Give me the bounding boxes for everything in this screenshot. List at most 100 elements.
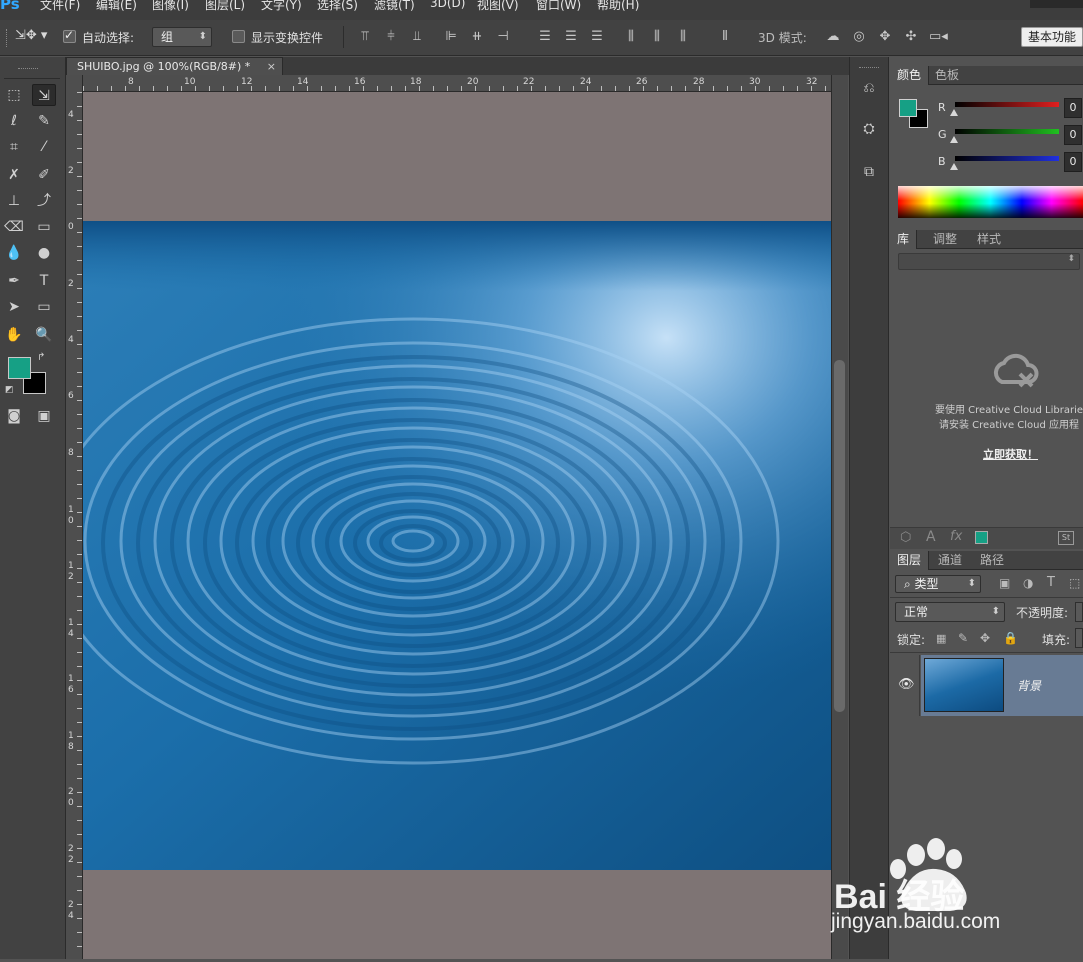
channel-b-value[interactable]: 0 <box>1064 152 1082 172</box>
marquee-tool-icon[interactable]: ⬚ <box>2 84 26 106</box>
eye-icon[interactable]: 👁 <box>898 677 915 692</box>
channel-b-slider[interactable] <box>955 156 1059 161</box>
3d-slide-icon[interactable]: ✣ <box>903 29 919 45</box>
path-select-tool-icon[interactable]: ➤ <box>2 296 26 318</box>
menu-select[interactable]: 选择(S) <box>317 0 358 13</box>
window-controls[interactable] <box>1030 0 1083 8</box>
tab-adjustments[interactable]: 调整 <box>926 230 964 249</box>
layer-row[interactable]: 背景 <box>921 655 1083 716</box>
tab-swatches[interactable]: 色板 <box>928 66 966 85</box>
lasso-tool-icon[interactable]: ℓ <box>2 110 26 132</box>
distribute-left-icon[interactable]: ⫼ <box>623 29 639 45</box>
auto-select-checkbox[interactable] <box>63 28 76 43</box>
layer-name[interactable]: 背景 <box>1017 677 1041 694</box>
menu-view[interactable]: 视图(V) <box>477 0 519 13</box>
lock-position-icon[interactable]: ✥ <box>980 631 990 645</box>
blend-mode-dropdown[interactable]: 正常 <box>895 602 1005 622</box>
history-brush-tool-icon[interactable]: ⤴ <box>32 190 56 212</box>
filter-adjustment-icon[interactable]: ◑ <box>1023 576 1033 590</box>
quick-mask-icon[interactable]: ◙ <box>2 405 26 427</box>
close-tab-icon[interactable]: × <box>267 58 276 75</box>
auto-select-dropdown[interactable]: 组 <box>152 27 212 47</box>
default-colors-icon[interactable]: ◩ <box>5 385 14 395</box>
add-graphic-icon[interactable]: ⬡ <box>900 530 911 545</box>
crop-tool-icon[interactable]: ⌗ <box>2 136 26 158</box>
channel-r-slider-thumb[interactable] <box>950 109 958 116</box>
channel-g-slider[interactable] <box>955 129 1059 134</box>
move-tool-icon[interactable]: ⇲ <box>32 84 56 106</box>
filter-shape-icon[interactable]: ⬚ <box>1069 576 1080 590</box>
dodge-tool-icon[interactable]: ● <box>32 242 56 264</box>
get-cc-link[interactable]: 立即获取！ <box>983 446 1038 462</box>
channel-g-slider-thumb[interactable] <box>950 136 958 143</box>
pen-tool-icon[interactable]: ✒ <box>2 270 26 292</box>
menu-type[interactable]: 文字(Y) <box>261 0 302 13</box>
library-dropdown[interactable]: ⬍ <box>898 253 1080 270</box>
menu-file[interactable]: 文件(F) <box>40 0 80 13</box>
fill-field[interactable] <box>1075 628 1083 648</box>
healing-tool-icon[interactable]: ✗ <box>2 164 26 186</box>
workspace-button[interactable]: 基本功能 <box>1021 27 1083 47</box>
3d-scale-icon[interactable]: ▭◂ <box>929 29 948 45</box>
screen-mode-icon[interactable]: ▣ <box>32 405 56 427</box>
vertical-ruler[interactable]: 4 2 0 2 4 6 8 1 0 1 2 1 4 1 6 1 8 2 0 2 … <box>66 75 83 959</box>
filter-type-icon[interactable]: T <box>1047 575 1055 590</box>
document-tab[interactable]: SHUIBO.jpg @ 100%(RGB/8#) * × <box>66 57 283 75</box>
gradient-tool-icon[interactable]: ▭ <box>32 216 56 238</box>
distribute-right-icon[interactable]: ⫼ <box>675 29 691 45</box>
blur-tool-icon[interactable]: 💧 <box>2 242 26 264</box>
menu-edit[interactable]: 编辑(E) <box>96 0 137 13</box>
menu-3d[interactable]: 3D(D) <box>430 0 465 10</box>
color-spectrum-ramp[interactable] <box>898 186 1083 218</box>
auto-align-icon[interactable]: ⫴ <box>717 29 733 45</box>
stock-icon[interactable]: St <box>1058 531 1074 545</box>
layer-filter-dropdown[interactable]: ⌕ 类型 <box>895 575 981 593</box>
type-tool-icon[interactable]: T <box>32 270 56 292</box>
move-tool-preset-icon[interactable]: ⇲✥ ▾ <box>15 28 49 46</box>
menu-image[interactable]: 图像(I) <box>152 0 189 13</box>
character-panel-icon[interactable]: ⧉ <box>859 162 879 182</box>
tab-libraries[interactable]: 库 <box>890 230 918 249</box>
channel-r-slider[interactable] <box>955 102 1059 107</box>
channel-r-value[interactable]: 0 <box>1064 98 1082 118</box>
foreground-color-swatch[interactable] <box>8 357 31 379</box>
tab-channels[interactable]: 通道 <box>931 551 969 570</box>
quick-select-tool-icon[interactable]: ✎ <box>32 110 56 132</box>
horizontal-ruler[interactable]: 8 10 12 14 16 18 20 22 24 26 28 30 32 <box>83 75 831 92</box>
stamp-tool-icon[interactable]: ⊥ <box>2 190 26 212</box>
align-left-icon[interactable]: ⊫ <box>443 29 459 45</box>
color-panel-foreground[interactable] <box>899 99 917 117</box>
eyedropper-tool-icon[interactable]: ⁄ <box>32 136 56 158</box>
distribute-bottom-icon[interactable]: ☰ <box>589 29 605 45</box>
channel-b-slider-thumb[interactable] <box>950 163 958 170</box>
align-vcenter-icon[interactable]: ⫩ <box>383 29 399 45</box>
properties-panel-icon[interactable]: ⛭ <box>859 119 879 139</box>
lock-all-icon[interactable]: 🔒 <box>1003 631 1018 645</box>
add-color-swatch[interactable] <box>975 531 988 544</box>
menu-filter[interactable]: 滤镜(T) <box>374 0 415 13</box>
opacity-field[interactable] <box>1075 602 1083 622</box>
distribute-hcenter-icon[interactable]: ⫼ <box>649 29 665 45</box>
tab-color[interactable]: 颜色 <box>890 66 930 85</box>
eraser-tool-icon[interactable]: ⌫ <box>2 216 26 238</box>
lock-pixels-icon[interactable]: ✎ <box>958 631 968 645</box>
show-transform-checkbox[interactable] <box>232 30 245 43</box>
distribute-vcenter-icon[interactable]: ☰ <box>563 29 579 45</box>
swap-colors-icon[interactable]: ↱ <box>37 352 45 363</box>
3d-roll-icon[interactable]: ◎ <box>851 29 867 45</box>
history-panel-icon[interactable]: ⎌ <box>859 78 879 98</box>
channel-g-value[interactable]: 0 <box>1064 125 1082 145</box>
add-character-style-icon[interactable]: A <box>926 529 936 545</box>
menu-help[interactable]: 帮助(H) <box>597 0 639 13</box>
rectangle-tool-icon[interactable]: ▭ <box>32 296 56 318</box>
layer-visibility-cell[interactable]: 👁 <box>890 655 920 716</box>
brush-tool-icon[interactable]: ✐ <box>32 164 56 186</box>
3d-rotate-icon[interactable]: ☁ <box>825 29 841 45</box>
tab-paths[interactable]: 路径 <box>973 551 1011 570</box>
align-hcenter-icon[interactable]: ⧺ <box>469 29 485 45</box>
align-right-icon[interactable]: ⊣ <box>495 29 511 45</box>
3d-pan-icon[interactable]: ✥ <box>877 29 893 45</box>
filter-pixel-icon[interactable]: ▣ <box>999 576 1010 590</box>
distribute-top-icon[interactable]: ☰ <box>537 29 553 45</box>
menu-window[interactable]: 窗口(W) <box>536 0 581 13</box>
